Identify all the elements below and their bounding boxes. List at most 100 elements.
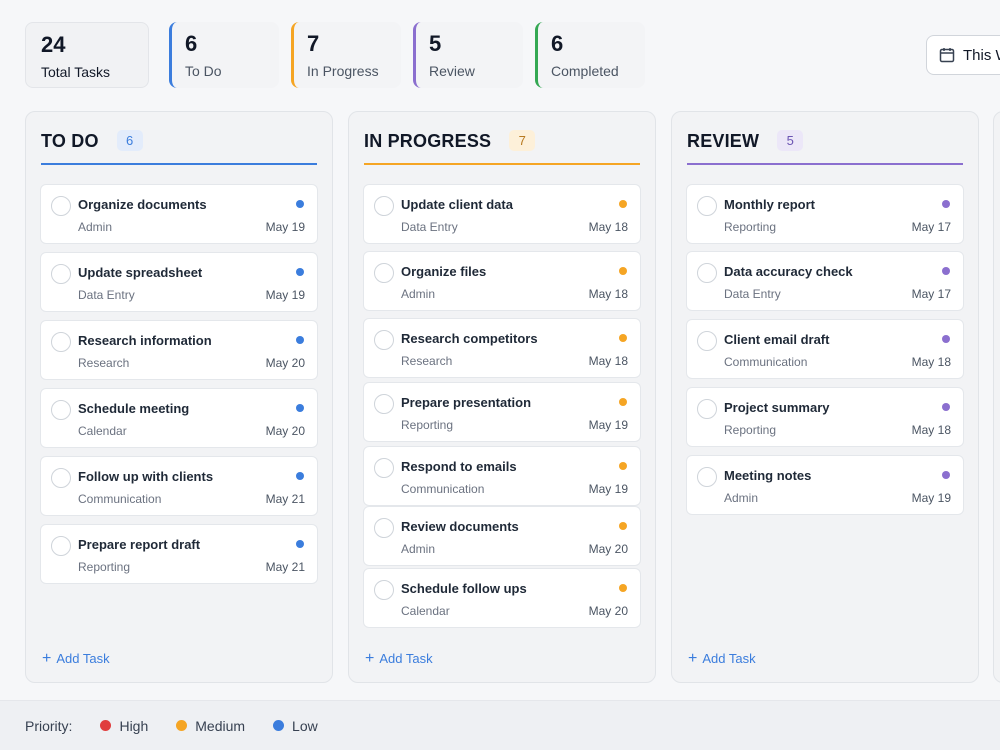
task-category: Calendar	[401, 604, 450, 618]
task-category: Reporting	[724, 220, 777, 234]
task-checkbox[interactable]	[697, 467, 717, 487]
task-card[interactable]: Organize documents Admin May 19	[40, 184, 318, 244]
priority-dot-icon	[619, 200, 627, 208]
task-card[interactable]: Meeting notes Admin May 19	[686, 455, 964, 515]
column-title: TO DO	[41, 131, 99, 151]
task-card[interactable]: Research information Research May 20	[40, 320, 318, 380]
add-task-label: Add Task	[56, 651, 110, 666]
task-title: Prepare presentation	[401, 395, 532, 410]
task-checkbox[interactable]	[697, 196, 717, 216]
stat-label: To Do	[185, 63, 222, 79]
task-card[interactable]: Prepare report draft Reporting May 21	[40, 524, 318, 584]
task-card[interactable]: Data accuracy check Data Entry May 17	[686, 251, 964, 311]
add-task-button[interactable]: + Add Task	[42, 650, 110, 666]
task-card[interactable]: Client email draft Communication May 18	[686, 319, 964, 379]
task-checkbox[interactable]	[51, 536, 71, 556]
task-category: Calendar	[78, 424, 127, 438]
task-checkbox[interactable]	[51, 196, 71, 216]
priority-dot-icon	[296, 200, 304, 208]
plus-icon: +	[688, 649, 698, 667]
task-category: Research	[401, 354, 453, 368]
task-card[interactable]: Monthly report Reporting May 17	[686, 184, 964, 244]
task-due-date: May 19	[265, 220, 305, 234]
priority-dot-icon	[296, 268, 304, 276]
task-category: Data Entry	[401, 220, 458, 234]
task-card[interactable]: Update client data Data Entry May 18	[363, 184, 641, 244]
task-card[interactable]: Schedule follow ups Calendar May 20	[363, 568, 641, 628]
task-due-date: May 20	[265, 356, 305, 370]
priority-dot-icon	[296, 336, 304, 344]
stat-total-tasks: 24 Total Tasks	[25, 22, 149, 88]
task-card[interactable]: Respond to emails Communication May 19	[363, 446, 641, 506]
task-checkbox[interactable]	[697, 263, 717, 283]
task-category: Admin	[401, 287, 436, 301]
priority-legend: Priority: High Medium Low	[0, 700, 1000, 750]
task-checkbox[interactable]	[374, 394, 394, 414]
task-card[interactable]: Project summary Reporting May 18	[686, 387, 964, 447]
column-review: REVIEW 5 Monthly report Reporting May 17 Data…	[671, 111, 979, 683]
priority-dot-icon	[942, 335, 950, 343]
stat-value: 6	[551, 31, 564, 56]
column-title: REVIEW	[687, 131, 760, 151]
task-due-date: May 20	[588, 542, 628, 556]
task-card[interactable]: Review documents Admin May 20	[363, 506, 641, 566]
legend-item-low: Low	[273, 718, 318, 734]
task-checkbox[interactable]	[374, 263, 394, 283]
task-title: Data accuracy check	[724, 264, 853, 279]
task-card[interactable]: Follow up with clients Communication May 2…	[40, 456, 318, 516]
priority-dot-icon	[296, 404, 304, 412]
column-completed-partial	[993, 111, 1000, 683]
task-title: Monthly report	[724, 197, 815, 212]
task-checkbox[interactable]	[374, 196, 394, 216]
task-checkbox[interactable]	[374, 580, 394, 600]
task-due-date: May 18	[588, 354, 628, 368]
task-due-date: May 19	[911, 491, 951, 505]
priority-dot-icon	[619, 334, 627, 342]
legend-item-medium: Medium	[176, 718, 245, 734]
task-checkbox[interactable]	[51, 468, 71, 488]
task-title: Respond to emails	[401, 459, 517, 474]
task-checkbox[interactable]	[697, 331, 717, 351]
task-title: Update client data	[401, 197, 513, 212]
task-due-date: May 18	[588, 220, 628, 234]
task-checkbox[interactable]	[51, 400, 71, 420]
task-checkbox[interactable]	[51, 264, 71, 284]
task-card[interactable]: Organize files Admin May 18	[363, 251, 641, 311]
task-checkbox[interactable]	[374, 330, 394, 350]
column-todo: TO DO 6 Organize documents Admin May 19 Updat…	[25, 111, 333, 683]
task-title: Update spreadsheet	[78, 265, 203, 280]
priority-dot-icon	[619, 398, 627, 406]
priority-label: Priority:	[25, 717, 73, 734]
task-category: Data Entry	[724, 287, 781, 301]
task-card[interactable]: Prepare presentation Reporting May 19	[363, 382, 641, 442]
task-category: Admin	[724, 491, 759, 505]
add-task-button[interactable]: + Add Task	[365, 649, 433, 667]
task-card[interactable]: Update spreadsheet Data Entry May 19	[40, 252, 318, 312]
stat-review: 5 Review	[413, 22, 523, 88]
calendar-icon	[939, 48, 955, 63]
date-filter-button[interactable]: This Week	[926, 35, 1000, 75]
task-card[interactable]: Research competitors Research May 18	[363, 318, 641, 378]
task-title: Organize files	[401, 264, 487, 279]
column-count-badge: 7	[509, 130, 536, 151]
task-title: Schedule meeting	[78, 401, 190, 416]
task-checkbox[interactable]	[51, 332, 71, 352]
column-header: IN PROGRESS 7	[364, 128, 640, 165]
add-task-label: Add Task	[379, 651, 433, 666]
task-checkbox[interactable]	[374, 518, 394, 538]
priority-dot-icon	[619, 462, 627, 470]
task-due-date: May 19	[265, 288, 305, 302]
task-card[interactable]: Schedule meeting Calendar May 20	[40, 388, 318, 448]
column-count-badge: 6	[116, 130, 143, 151]
stat-value: 6	[185, 31, 198, 56]
task-checkbox[interactable]	[374, 458, 394, 478]
stat-value: 7	[307, 31, 320, 56]
priority-dot-icon	[296, 540, 304, 548]
task-category: Communication	[724, 355, 808, 369]
plus-icon: +	[365, 649, 375, 667]
task-category: Reporting	[78, 560, 131, 574]
priority-dot-icon	[619, 267, 627, 275]
task-checkbox[interactable]	[697, 399, 717, 419]
task-due-date: May 21	[265, 560, 305, 574]
add-task-button[interactable]: + Add Task	[688, 649, 756, 667]
